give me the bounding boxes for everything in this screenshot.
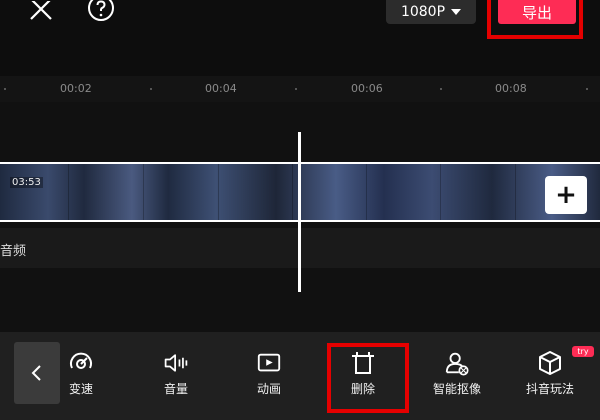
- edit-toolbar: 变速 音量 动画 删除 智能抠像 抖音玩法: [0, 332, 600, 420]
- audio-track-label: 音频: [0, 244, 27, 259]
- clip-duration: 03:53: [10, 177, 43, 188]
- tool-speed[interactable]: 变速: [46, 350, 116, 406]
- tool-label: 抖音玩法: [525, 382, 574, 396]
- frame-divider: [68, 164, 69, 220]
- tool-label: 动画: [256, 382, 281, 396]
- help-icon: [88, 0, 114, 21]
- tool-volume[interactable]: 音量: [141, 350, 211, 406]
- time-ruler[interactable]: 00:02 00:04 00:06 00:08: [0, 76, 600, 102]
- animation-icon: [256, 350, 282, 376]
- export-label: 导出: [521, 3, 552, 22]
- tool-animation[interactable]: 动画: [234, 350, 304, 406]
- caret-down-icon: [451, 9, 462, 15]
- tick-dot: [4, 88, 6, 90]
- tool-smart-cutout[interactable]: 智能抠像: [422, 350, 492, 406]
- tool-label: 智能抠像: [432, 382, 481, 396]
- tick-label: 00:08: [495, 82, 527, 95]
- chevron-left-icon: [31, 365, 41, 381]
- tool-label: 变速: [68, 382, 93, 396]
- frame-divider: [440, 164, 441, 220]
- tick-dot: [150, 88, 152, 90]
- tick-label: 00:04: [205, 82, 237, 95]
- playhead[interactable]: [298, 132, 301, 292]
- plus-icon: +: [555, 180, 577, 210]
- try-badge: try: [572, 346, 594, 357]
- close-icon: [30, 1, 52, 20]
- frame-divider: [515, 164, 516, 220]
- add-clip-button[interactable]: +: [545, 176, 587, 214]
- speed-icon: [68, 350, 94, 376]
- volume-icon: [163, 350, 189, 376]
- frame-divider: [218, 164, 219, 220]
- tick-label: 00:06: [351, 82, 383, 95]
- smart-cutout-icon: [444, 350, 470, 376]
- resolution-label: 1080P: [400, 4, 446, 20]
- help-button[interactable]: [84, 0, 118, 22]
- tool-douyin-play[interactable]: 抖音玩法: [515, 350, 585, 406]
- tick-dot: [440, 88, 442, 90]
- frame-divider: [292, 164, 293, 220]
- delete-highlight-box: [327, 343, 409, 413]
- resolution-dropdown[interactable]: 1080P: [386, 0, 476, 24]
- tick-label: 00:02: [60, 82, 92, 95]
- frame-divider: [143, 164, 144, 220]
- douyin-play-icon: [537, 350, 563, 376]
- close-button[interactable]: [26, 0, 56, 22]
- frame-divider: [366, 164, 367, 220]
- tool-label: 音量: [163, 382, 188, 396]
- tick-dot: [295, 88, 297, 90]
- export-button[interactable]: 导出: [498, 0, 576, 24]
- tick-dot: [586, 88, 588, 90]
